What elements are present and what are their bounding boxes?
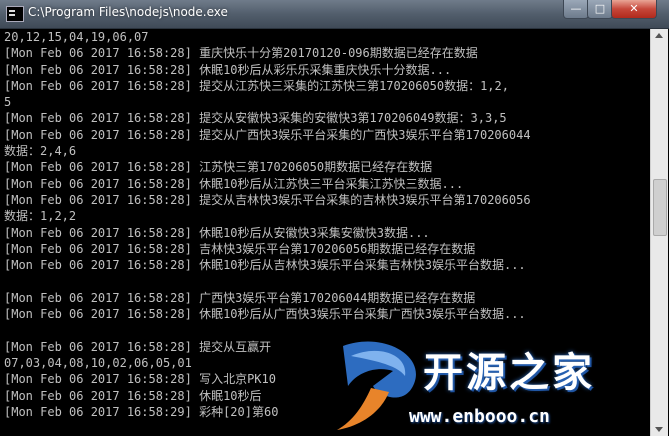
console-line: 5 bbox=[4, 95, 12, 110]
minimize-button[interactable]: — bbox=[563, 0, 589, 19]
scrollbar-thumb[interactable] bbox=[653, 179, 667, 236]
console-line: [Mon Feb 06 2017 16:58:28] 休眠10秒后从广西快3娱乐… bbox=[4, 307, 526, 322]
window-title: C:\Program Files\nodejs\node.exe bbox=[28, 5, 228, 19]
watermark-url: www.enbooo.cn bbox=[409, 406, 550, 427]
maximize-button[interactable]: □ bbox=[587, 0, 613, 19]
console-line: [Mon Feb 06 2017 16:58:28] 提交从吉林快3娱乐平台采集… bbox=[4, 192, 531, 207]
console-window: C:\Program Files\nodejs\node.exe — □ ✕ 2… bbox=[0, 0, 669, 436]
console-line: 20,12,15,04,19,06,07 bbox=[4, 30, 149, 44]
console-line: [Mon Feb 06 2017 16:58:28] 休眠10秒后从安徽快3采集… bbox=[4, 225, 430, 240]
console-line: 数据：1,2,2 bbox=[4, 209, 77, 224]
console-line: 数据：2,4,6 bbox=[4, 144, 77, 159]
console-line: [Mon Feb 06 2017 16:58:28] 江苏快三第17020605… bbox=[4, 160, 433, 175]
console-line: [Mon Feb 06 2017 16:58:28] 重庆快乐十分第201701… bbox=[4, 46, 478, 61]
close-button[interactable]: ✕ bbox=[611, 0, 657, 19]
console-line: [Mon Feb 06 2017 16:58:28] 吉林快3娱乐平台第1702… bbox=[4, 241, 476, 256]
scroll-up-arrow-icon[interactable] bbox=[655, 33, 663, 38]
watermark: 开源之家 www.enbooo.cn bbox=[323, 326, 669, 436]
console-line: [Mon Feb 06 2017 16:58:28] 提交从安徽快3采集的安徽快… bbox=[4, 111, 507, 126]
console-line: [Mon Feb 06 2017 16:58:28] 休眠10秒后从吉林快3娱乐… bbox=[4, 258, 526, 273]
console-line: [Mon Feb 06 2017 16:58:28] 休眠10秒后从江苏快三平台… bbox=[4, 176, 464, 191]
console-line: [Mon Feb 06 2017 16:58:28] 休眠10秒后从彩乐乐采集重… bbox=[4, 62, 452, 77]
console-app-icon[interactable] bbox=[6, 6, 24, 22]
console-line: [Mon Feb 06 2017 16:58:28] 广西快3娱乐平台第1702… bbox=[4, 290, 476, 305]
title-bar[interactable]: C:\Program Files\nodejs\node.exe — □ ✕ bbox=[0, 0, 669, 29]
console-line: [Mon Feb 06 2017 16:58:28] 提交从江苏快三采集的江苏快… bbox=[4, 78, 509, 93]
console-line: [Mon Feb 06 2017 16:58:28] 提交从广西快3娱乐平台采集… bbox=[4, 127, 531, 142]
watermark-name: 开源之家 bbox=[423, 350, 595, 396]
